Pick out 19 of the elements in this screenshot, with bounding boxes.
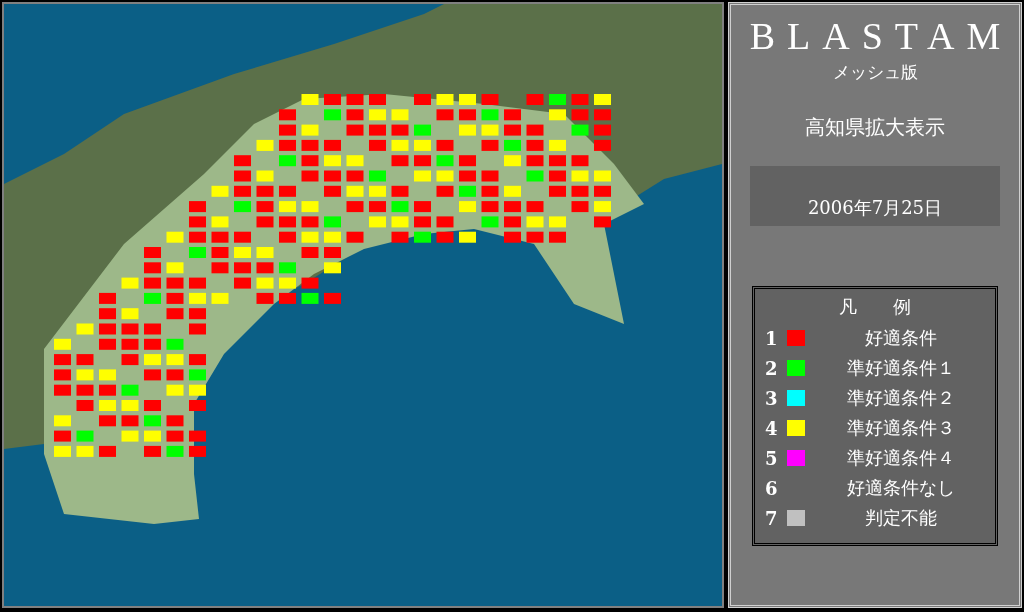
app-title: BLASTAM	[749, 15, 1013, 57]
legend-number: 2	[765, 357, 779, 379]
legend-number: 5	[765, 447, 779, 469]
legend-label: 準好適条件４	[846, 446, 956, 470]
legend-number: 4	[765, 417, 779, 439]
legend-number: 1	[765, 327, 779, 349]
legend-label: 判定不能	[864, 506, 938, 530]
legend-number: 7	[765, 507, 779, 529]
legend-number: 6	[765, 477, 779, 499]
legend-title: 凡 例	[838, 295, 912, 319]
legend-label: 好適条件	[864, 326, 938, 350]
app-subtitle: メッシュ版	[832, 61, 918, 84]
legend-label: 好適条件なし	[846, 476, 956, 500]
date-label: 2006年7月25日	[807, 196, 943, 220]
legend-label: 準好適条件２	[846, 386, 956, 410]
legend-label: 準好適条件１	[846, 356, 956, 380]
view-label: 高知県拡大表示	[805, 114, 945, 141]
legend-number: 3	[765, 387, 779, 409]
legend-label: 準好適条件３	[846, 416, 956, 440]
